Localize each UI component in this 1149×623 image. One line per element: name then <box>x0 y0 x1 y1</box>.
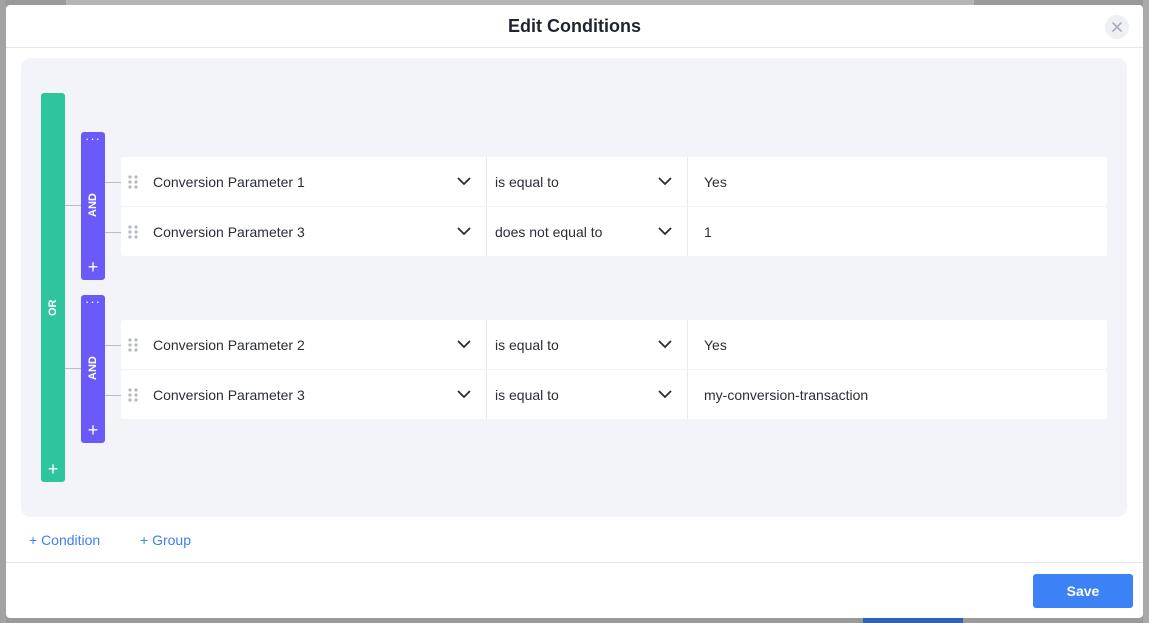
chevron-down-icon <box>457 227 471 236</box>
add-condition-link[interactable]: + Condition <box>29 532 100 548</box>
value-input[interactable]: Yes <box>688 157 1107 206</box>
save-button[interactable]: Save <box>1033 574 1133 608</box>
or-group-bar[interactable]: OR + <box>41 93 65 482</box>
field-select[interactable]: Conversion Parameter 2 <box>145 320 487 369</box>
operator-select-value: is equal to <box>495 387 559 403</box>
operator-select-value: is equal to <box>495 174 559 190</box>
operator-select[interactable]: is equal to <box>487 320 688 369</box>
condition-row: Conversion Parameter 3 is equal to my-co… <box>121 370 1107 419</box>
value-input[interactable]: my-conversion-transaction <box>688 370 1107 419</box>
connector-line <box>105 395 121 396</box>
background-right-panel <box>1143 0 1149 623</box>
condition-row: Conversion Parameter 2 is equal to Yes <box>121 320 1107 369</box>
and-group-bar[interactable]: ··· AND + <box>81 295 105 443</box>
condition-row: Conversion Parameter 3 does not equal to… <box>121 207 1107 256</box>
field-select[interactable]: Conversion Parameter 3 <box>145 207 487 256</box>
value-input[interactable]: Yes <box>688 320 1107 369</box>
footer-divider <box>6 562 1143 563</box>
chevron-down-icon <box>658 340 672 349</box>
chevron-down-icon <box>457 177 471 186</box>
and-group-bar[interactable]: ··· AND + <box>81 132 105 280</box>
operator-select-value: is equal to <box>495 337 559 353</box>
or-add-button[interactable]: + <box>41 459 65 480</box>
value-input-text: my-conversion-transaction <box>704 387 869 403</box>
field-select[interactable]: Conversion Parameter 3 <box>145 370 487 419</box>
and-group-menu-button[interactable]: ··· <box>81 295 105 315</box>
and-group-menu-button[interactable]: ··· <box>81 132 105 152</box>
field-select-value: Conversion Parameter 2 <box>153 337 305 353</box>
connector-line <box>105 345 121 346</box>
drag-handle-icon[interactable] <box>127 174 139 190</box>
edit-conditions-modal: Edit Conditions OR + ··· AND + Conversio… <box>6 5 1143 618</box>
and-label: AND <box>87 193 99 217</box>
close-icon <box>1112 22 1122 32</box>
operator-select-value: does not equal to <box>495 224 603 240</box>
modal-title: Edit Conditions <box>508 16 641 36</box>
value-input-text: Yes <box>704 174 727 190</box>
and-label: AND <box>87 356 99 380</box>
modal-header: Edit Conditions <box>6 5 1143 48</box>
add-group-link[interactable]: + Group <box>140 532 191 548</box>
chevron-down-icon <box>658 177 672 186</box>
value-input-text: 1 <box>704 224 712 240</box>
chevron-down-icon <box>457 340 471 349</box>
and-add-button[interactable]: + <box>81 420 105 441</box>
drag-handle-icon[interactable] <box>127 224 139 240</box>
chevron-down-icon <box>457 390 471 399</box>
operator-select[interactable]: does not equal to <box>487 207 688 256</box>
and-add-button[interactable]: + <box>81 257 105 278</box>
chevron-down-icon <box>658 390 672 399</box>
field-select[interactable]: Conversion Parameter 1 <box>145 157 487 206</box>
connector-line <box>65 205 81 206</box>
value-input[interactable]: 1 <box>688 207 1107 256</box>
field-select-value: Conversion Parameter 3 <box>153 387 305 403</box>
field-select-value: Conversion Parameter 3 <box>153 224 305 240</box>
drag-handle-icon[interactable] <box>127 387 139 403</box>
condition-row: Conversion Parameter 1 is equal to Yes <box>121 157 1107 206</box>
connector-line <box>65 368 81 369</box>
operator-select[interactable]: is equal to <box>487 370 688 419</box>
connector-line <box>105 232 121 233</box>
connector-line <box>105 182 121 183</box>
close-button[interactable] <box>1105 15 1129 39</box>
or-label: OR <box>47 299 59 317</box>
field-select-value: Conversion Parameter 1 <box>153 174 305 190</box>
background-button <box>863 618 963 623</box>
drag-handle-icon[interactable] <box>127 337 139 353</box>
operator-select[interactable]: is equal to <box>487 157 688 206</box>
conditions-canvas: OR + ··· AND + Conversion Parameter 1 is… <box>21 58 1127 517</box>
value-input-text: Yes <box>704 337 727 353</box>
chevron-down-icon <box>658 227 672 236</box>
